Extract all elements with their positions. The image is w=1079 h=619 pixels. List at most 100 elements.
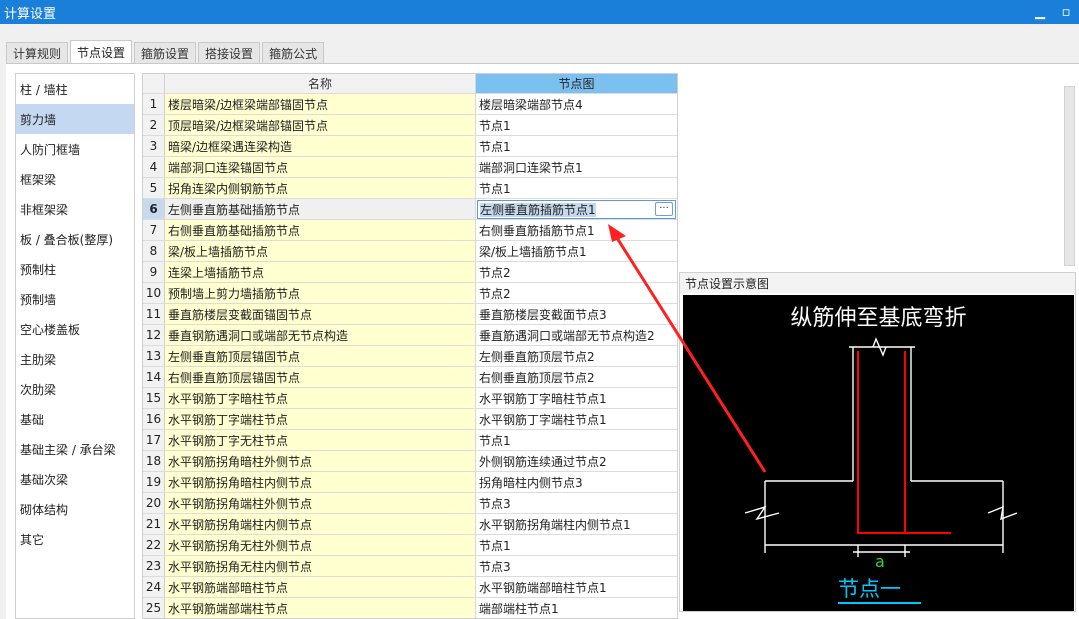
table-row[interactable]: 17 水平钢筋丁字无柱节点 节点1 (143, 430, 677, 451)
row-number[interactable]: 15 (143, 388, 165, 408)
row-number[interactable]: 10 (143, 283, 165, 303)
row-node-cell[interactable]: 垂直筋楼层变截面节点3 (476, 304, 677, 324)
table-row[interactable]: 25 水平钢筋端部端柱节点 端部端柱节点1 (143, 598, 677, 618)
sidebar-item[interactable]: 预制墙 (16, 284, 134, 314)
sidebar-item[interactable]: 柱 / 墙柱 (16, 74, 134, 104)
row-number[interactable]: 5 (143, 178, 165, 198)
table-row[interactable]: 9 连梁上墙插筋节点 节点2 (143, 262, 677, 283)
row-node-cell[interactable]: 节点1 (476, 178, 677, 198)
row-number[interactable]: 8 (143, 241, 165, 261)
tab-1[interactable]: 节点设置 (70, 40, 133, 64)
table-row[interactable]: 1 楼层暗梁/边框梁端部锚固节点 楼层暗梁端部节点4 (143, 94, 677, 115)
sidebar-item[interactable]: 基础 (16, 404, 134, 434)
row-number[interactable]: 20 (143, 493, 165, 513)
row-node-cell[interactable]: 水平钢筋丁字暗柱节点1 (476, 388, 677, 408)
row-node-cell[interactable]: 垂直筋遇洞口或端部无节点构造2 (476, 325, 677, 345)
table-row[interactable]: 8 梁/板上墙插筋节点 梁/板上墙插筋节点1 (143, 241, 677, 262)
sidebar-item[interactable]: 基础次梁 (16, 464, 134, 494)
row-node-cell[interactable]: 节点1 (476, 430, 677, 450)
row-number[interactable]: 22 (143, 535, 165, 555)
row-node-cell[interactable]: 水平钢筋丁字端柱节点1 (476, 409, 677, 429)
table-row[interactable]: 13 左侧垂直筋顶层锚固节点 左侧垂直筋顶层节点2 (143, 346, 677, 367)
sidebar-item[interactable]: 人防门框墙 (16, 134, 134, 164)
row-number[interactable]: 21 (143, 514, 165, 534)
row-number[interactable]: 24 (143, 577, 165, 597)
row-node-cell[interactable]: 拐角暗柱内侧节点3 (476, 472, 677, 492)
row-number[interactable]: 1 (143, 94, 165, 114)
sidebar-item[interactable]: 剪力墙 (16, 104, 134, 134)
sidebar-item[interactable]: 板 / 叠合板(整厚) (16, 224, 134, 254)
row-node-cell[interactable]: 端部端柱节点1 (476, 598, 677, 618)
row-node-cell[interactable]: 端部洞口连梁节点1 (476, 157, 677, 177)
row-node-cell[interactable]: 外侧钢筋连续通过节点2 (476, 451, 677, 471)
row-node-cell[interactable]: 节点2 (476, 262, 677, 282)
sidebar-item[interactable]: 空心楼盖板 (16, 314, 134, 344)
row-number[interactable]: 11 (143, 304, 165, 324)
sidebar-item[interactable]: 砌体结构 (16, 494, 134, 524)
row-node-cell[interactable]: 水平钢筋拐角端柱内侧节点1 (476, 514, 677, 534)
row-node-cell[interactable]: 右侧垂直筋顶层节点2 (476, 367, 677, 387)
row-node-cell[interactable]: 节点3 (476, 493, 677, 513)
row-node-cell[interactable]: 节点1 (476, 136, 677, 156)
table-row[interactable]: 2 顶层暗梁/边框梁端部锚固节点 节点1 (143, 115, 677, 136)
row-node-cell[interactable]: 梁/板上墙插筋节点1 (476, 241, 677, 261)
table-row[interactable]: 18 水平钢筋拐角暗柱外侧节点 外侧钢筋连续通过节点2 (143, 451, 677, 472)
sidebar-item[interactable]: 次肋梁 (16, 374, 134, 404)
maximize-icon[interactable]: ▫ (1053, 0, 1079, 24)
row-node-cell[interactable]: 楼层暗梁端部节点4 (476, 94, 677, 114)
table-row[interactable]: 16 水平钢筋丁字端柱节点 水平钢筋丁字端柱节点1 (143, 409, 677, 430)
sidebar-item[interactable]: 预制柱 (16, 254, 134, 284)
minimize-icon[interactable]: ▁ (1027, 0, 1053, 24)
sidebar-item[interactable]: 框架梁 (16, 164, 134, 194)
row-number[interactable]: 14 (143, 367, 165, 387)
table-row[interactable]: 7 右侧垂直筋基础插筋节点 右侧垂直筋插筋节点1 (143, 220, 677, 241)
row-number[interactable]: 2 (143, 115, 165, 135)
table-row[interactable]: 20 水平钢筋拐角端柱外侧节点 节点3 (143, 493, 677, 514)
tab-0[interactable]: 计算规则 (6, 42, 69, 64)
row-node-cell[interactable]: 节点1 (476, 115, 677, 135)
row-node-cell[interactable]: 节点2 (476, 283, 677, 303)
row-node-cell[interactable]: 左侧垂直筋顶层节点2 (476, 346, 677, 366)
table-row[interactable]: 4 端部洞口连梁锚固节点 端部洞口连梁节点1 (143, 157, 677, 178)
table-row[interactable]: 22 水平钢筋拐角无柱外侧节点 节点1 (143, 535, 677, 556)
row-number[interactable]: 17 (143, 430, 165, 450)
row-number[interactable]: 12 (143, 325, 165, 345)
sidebar-item[interactable]: 主肋梁 (16, 344, 134, 374)
tab-2[interactable]: 箍筋设置 (134, 42, 197, 64)
column-header-node[interactable]: 节点图 (476, 74, 677, 93)
row-number[interactable]: 7 (143, 220, 165, 240)
table-row[interactable]: 6 左侧垂直筋基础插筋节点 左侧垂直筋插筋节点1 ··· (143, 199, 677, 220)
tab-3[interactable]: 搭接设置 (198, 42, 261, 64)
row-node-cell[interactable]: 节点1 (476, 535, 677, 555)
table-row[interactable]: 14 右侧垂直筋顶层锚固节点 右侧垂直筋顶层节点2 (143, 367, 677, 388)
row-number[interactable]: 16 (143, 409, 165, 429)
table-row[interactable]: 21 水平钢筋拐角端柱内侧节点 水平钢筋拐角端柱内侧节点1 (143, 514, 677, 535)
table-row[interactable]: 19 水平钢筋拐角暗柱内侧节点 拐角暗柱内侧节点3 (143, 472, 677, 493)
node-edit-text[interactable]: 左侧垂直筋插筋节点1 (478, 201, 655, 218)
row-number[interactable]: 19 (143, 472, 165, 492)
row-number[interactable]: 18 (143, 451, 165, 471)
table-row[interactable]: 5 拐角连梁内侧钢筋节点 节点1 (143, 178, 677, 199)
row-node-cell[interactable]: 右侧垂直筋插筋节点1 (476, 220, 677, 240)
row-node-cell[interactable]: 节点3 (476, 556, 677, 576)
row-number[interactable]: 9 (143, 262, 165, 282)
row-number[interactable]: 4 (143, 157, 165, 177)
column-header-name[interactable]: 名称 (165, 74, 476, 93)
row-number[interactable]: 6 (143, 199, 165, 219)
row-node-cell[interactable]: 水平钢筋端部暗柱节点1 (476, 577, 677, 597)
node-edit-field[interactable]: 左侧垂直筋插筋节点1 ··· (477, 199, 676, 219)
table-row[interactable]: 24 水平钢筋端部暗柱节点 水平钢筋端部暗柱节点1 (143, 577, 677, 598)
sidebar-item[interactable]: 非框架梁 (16, 194, 134, 224)
row-number[interactable]: 3 (143, 136, 165, 156)
row-number[interactable]: 25 (143, 598, 165, 618)
table-row[interactable]: 3 暗梁/边框梁遇连梁构造 节点1 (143, 136, 677, 157)
sidebar-item[interactable]: 基础主梁 / 承台梁 (16, 434, 134, 464)
row-number[interactable]: 13 (143, 346, 165, 366)
table-row[interactable]: 10 预制墙上剪力墙插筋节点 节点2 (143, 283, 677, 304)
table-row[interactable]: 11 垂直筋楼层变截面锚固节点 垂直筋楼层变截面节点3 (143, 304, 677, 325)
table-row[interactable]: 15 水平钢筋丁字暗柱节点 水平钢筋丁字暗柱节点1 (143, 388, 677, 409)
row-number[interactable]: 23 (143, 556, 165, 576)
vertical-scrollbar[interactable] (1064, 86, 1075, 266)
table-row[interactable]: 12 垂直钢筋遇洞口或端部无节点构造 垂直筋遇洞口或端部无节点构造2 (143, 325, 677, 346)
tab-4[interactable]: 箍筋公式 (262, 42, 325, 64)
